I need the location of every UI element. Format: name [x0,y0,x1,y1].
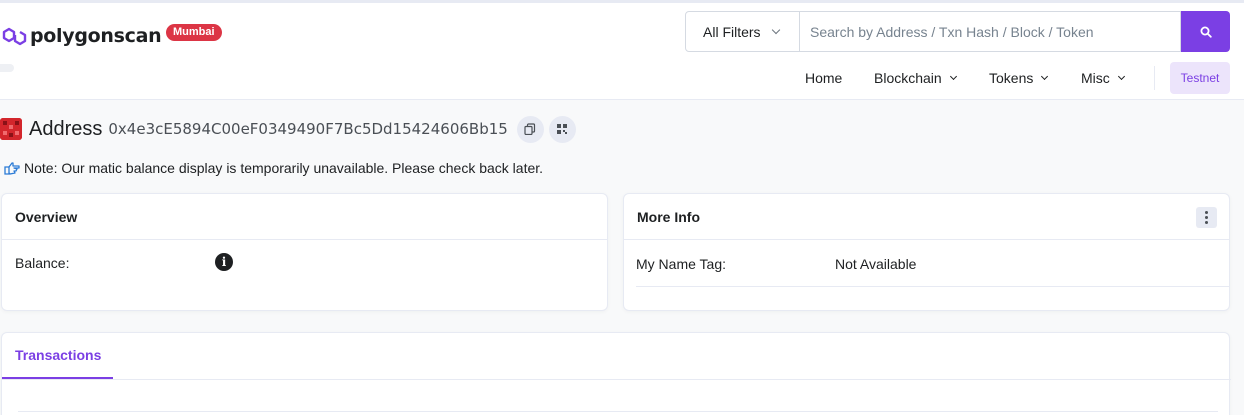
transactions-card: Transactions [1,332,1231,415]
nav-blockchain[interactable]: Blockchain [874,62,957,94]
chevron-down-icon [1041,72,1049,80]
nav-tokens[interactable]: Tokens [989,62,1049,94]
table-divider [18,411,1218,412]
notice-banner: Note: Our matic balance display is tempo… [4,160,543,176]
hand-pointing-icon [4,162,20,175]
nav-tokens-label: Tokens [989,70,1034,86]
search-icon [1200,26,1212,38]
brand-name: polygonscan [30,25,162,47]
dot-icon [1205,216,1208,219]
nav-blockchain-label: Blockchain [874,70,942,86]
tab-divider [2,379,1231,380]
nav-misc[interactable]: Misc [1081,62,1125,94]
logo[interactable]: polygonscan [2,25,162,47]
more-info-card: More Info My Name Tag: Not Available [623,193,1230,311]
chevron-down-icon [771,25,780,34]
info-icon[interactable]: i [215,253,233,271]
copy-icon [524,123,536,135]
network-badge: Mumbai [166,24,222,41]
qr-code-button[interactable] [548,115,576,143]
main-nav: Home Blockchain Tokens Misc Testnet [0,62,1244,94]
copy-address-button[interactable] [516,115,544,143]
site-header: polygonscan Mumbai All Filters Home Bloc… [0,3,1244,100]
search-bar: All Filters [685,11,1230,52]
nav-misc-label: Misc [1081,70,1110,86]
chevron-down-icon [949,72,957,80]
testnet-button[interactable]: Testnet [1170,62,1230,94]
blockie-icon [0,118,22,140]
page-title: Address [29,117,103,140]
overview-card: Overview Balance: i [1,193,608,311]
page-title-row: Address 0x4e3cE5894C00eF0349490F7Bc5Dd15… [0,115,576,143]
name-tag-label: My Name Tag: [636,256,726,272]
search-button[interactable] [1181,11,1230,52]
name-tag-value: Not Available [835,256,917,272]
nav-home[interactable]: Home [805,62,842,94]
notice-text: Note: Our matic balance display is tempo… [24,160,544,176]
address-hash: 0x4e3cE5894C00eF0349490F7Bc5Dd15424606Bb… [108,120,508,138]
qr-code-icon [557,124,568,134]
balance-label: Balance: [15,255,70,271]
nav-home-label: Home [805,70,843,86]
filter-dropdown[interactable]: All Filters [685,11,800,52]
nav-divider [1154,66,1155,90]
filter-label: All Filters [703,23,761,40]
more-options-button[interactable] [1196,207,1217,228]
overview-title: Overview [2,194,607,240]
search-input[interactable] [800,11,1181,52]
dot-icon [1205,211,1208,214]
row-divider [636,286,1230,287]
chevron-down-icon [1117,72,1125,80]
polygon-logo-icon [2,27,27,46]
address-avatar [0,118,22,140]
dot-icon [1205,221,1208,224]
tab-transactions[interactable]: Transactions [2,333,113,379]
more-info-title: More Info [624,194,1229,240]
